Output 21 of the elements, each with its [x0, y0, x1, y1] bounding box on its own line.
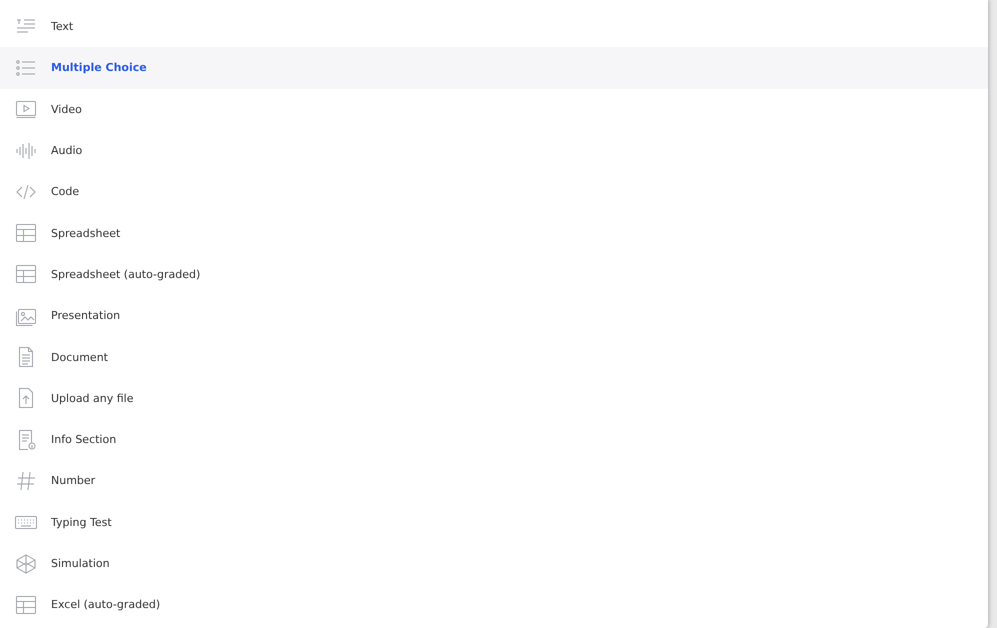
menu-item[interactable]: Video [0, 88, 988, 130]
hash-icon [15, 470, 37, 492]
menu-item[interactable]: Audio [0, 130, 988, 172]
menu-item[interactable]: Text [0, 6, 988, 48]
table-icon [15, 222, 37, 244]
menu-item[interactable]: Excel (auto-graded) [0, 584, 988, 626]
menu-item[interactable]: Spreadsheet (auto-graded) [0, 254, 988, 296]
cube-icon [15, 552, 37, 574]
menu-item[interactable]: Spreadsheet [0, 212, 988, 254]
menu-item[interactable]: Presentation [0, 295, 988, 336]
menu-item[interactable]: Multiple Choice [0, 47, 988, 89]
menu-item[interactable]: Simulation [0, 542, 988, 584]
menu-item[interactable]: Typing Test [0, 502, 988, 543]
table-icon [15, 594, 37, 616]
menu-item[interactable]: Upload any file [0, 378, 988, 419]
menu-item[interactable]: Number [0, 460, 988, 502]
menu-item[interactable]: Document [0, 336, 988, 378]
table-icon [15, 263, 37, 286]
menu-item[interactable]: Info Section [0, 418, 988, 460]
video-icon [15, 98, 37, 120]
menu-item[interactable]: Code [0, 171, 988, 212]
